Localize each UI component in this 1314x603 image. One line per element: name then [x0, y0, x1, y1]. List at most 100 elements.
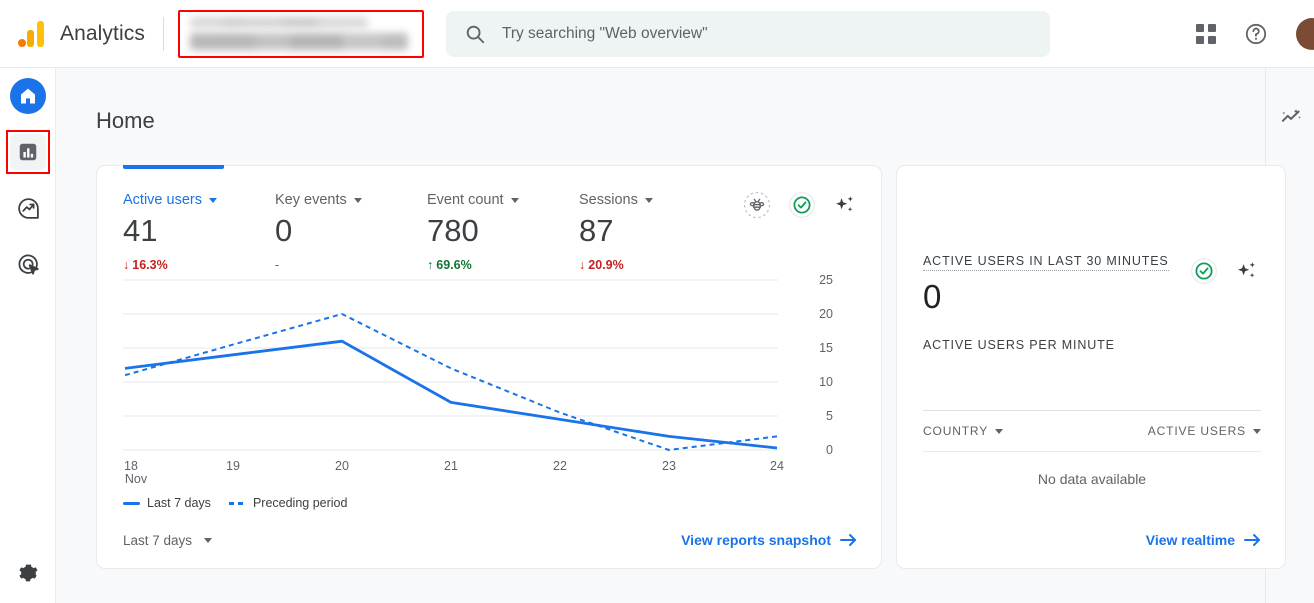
chevron-down-icon — [644, 197, 653, 203]
legend-label: Preceding period — [252, 496, 348, 510]
metric-key-events[interactable]: Key events 0 - — [275, 192, 427, 272]
svg-text:0: 0 — [826, 443, 833, 457]
svg-text:10: 10 — [819, 375, 833, 389]
date-range-selector[interactable]: Last 7 days — [123, 532, 213, 548]
avatar[interactable] — [1296, 17, 1314, 50]
column-label: ACTIVE USERS — [1147, 424, 1246, 438]
active-users-line-chart: 25 20 15 10 5 0 18 19 20 21 22 23 24 Nov — [123, 274, 857, 484]
advertising-target-icon — [16, 252, 41, 277]
realtime-card: ACTIVE USERS IN LAST 30 MINUTES 0 ACTIVE… — [896, 165, 1286, 569]
property-name-redacted — [189, 33, 408, 50]
metric-delta: ↓ 16.3% — [123, 258, 275, 272]
link-label: View realtime — [1145, 532, 1235, 548]
metric-label: Sessions — [579, 192, 638, 208]
realtime-table-empty-message: No data available — [1037, 471, 1147, 487]
metric-selector[interactable]: Key events — [275, 192, 427, 208]
svg-text:22: 22 — [553, 459, 567, 473]
view-reports-snapshot-link[interactable]: View reports snapshot — [681, 532, 857, 548]
sidebar-item-home[interactable] — [0, 68, 56, 124]
help-icon[interactable] — [1244, 22, 1268, 46]
series-last-7-days — [124, 339, 778, 450]
property-selector[interactable] — [177, 9, 424, 58]
svg-text:25: 25 — [819, 274, 833, 287]
sidebar-item-explore[interactable] — [0, 180, 56, 236]
svg-text:20: 20 — [335, 459, 349, 473]
search-icon — [464, 23, 486, 45]
realtime-divider — [923, 410, 1261, 411]
overview-card-icons — [743, 191, 857, 219]
svg-text:24: 24 — [770, 459, 784, 473]
svg-text:19: 19 — [226, 459, 240, 473]
chart-legend: Last 7 days Preceding period — [123, 496, 347, 510]
arrow-down-icon: ↓ — [579, 257, 586, 272]
realtime-table-header-rule — [923, 451, 1261, 452]
sparkle-icon[interactable] — [833, 193, 857, 217]
overview-card-footer: Last 7 days View reports snapshot — [123, 532, 857, 548]
brand-divider — [162, 16, 164, 51]
top-bar-actions — [1196, 17, 1314, 50]
svg-text:23: 23 — [662, 459, 676, 473]
metric-delta: ↓ 20.9% — [579, 258, 731, 272]
metric-label: Key events — [275, 192, 347, 208]
metric-selector[interactable]: Active users — [123, 192, 275, 208]
svg-text:18: 18 — [124, 459, 138, 473]
metric-delta-value: 16.3% — [132, 257, 168, 272]
realtime-headline: ACTIVE USERS IN LAST 30 MINUTES — [923, 254, 1169, 271]
chart-svg: 25 20 15 10 5 0 18 19 20 21 22 23 24 Nov — [123, 274, 833, 484]
realtime-table-header: COUNTRY ACTIVE USERS — [923, 424, 1261, 438]
date-range-label: Last 7 days — [123, 532, 193, 548]
legend-label: Last 7 days — [147, 496, 211, 510]
metric-value: 87 — [579, 213, 614, 248]
check-circle-icon[interactable] — [789, 192, 815, 218]
chart-y-axis-labels: 25 20 15 10 5 0 — [819, 274, 833, 457]
overview-card: Active users 41 ↓ 16.3% Key events 0 - E… — [96, 165, 882, 569]
search-input[interactable]: Try searching "Web overview" — [445, 10, 1050, 57]
realtime-card-icons — [1191, 258, 1259, 284]
column-header-country[interactable]: COUNTRY — [923, 424, 1004, 438]
metric-selector[interactable]: Sessions — [579, 192, 731, 208]
bee-icon[interactable] — [743, 191, 771, 219]
metric-label: Event count — [427, 192, 504, 208]
metric-value: 780 — [427, 213, 479, 248]
arrow-right-icon — [1244, 533, 1261, 547]
metric-value: 0 — [275, 213, 293, 248]
sidebar-item-reports[interactable] — [0, 124, 56, 180]
check-circle-icon[interactable] — [1191, 258, 1217, 284]
metric-sessions[interactable]: Sessions 87 ↓ 20.9% — [579, 192, 731, 272]
chevron-down-icon — [510, 197, 519, 203]
main-content: Home Active users 41 ↓ 16.3% Key events … — [56, 68, 1314, 603]
apps-grid-icon[interactable] — [1196, 23, 1216, 44]
view-realtime-link[interactable]: View realtime — [1146, 532, 1261, 548]
chevron-down-icon — [208, 197, 217, 203]
insights-sparkle-trend-icon[interactable] — [1278, 104, 1304, 130]
metric-delta-value: 20.9% — [588, 257, 624, 272]
metric-delta-value: 69.6% — [436, 257, 472, 272]
column-label: COUNTRY — [923, 424, 989, 438]
svg-text:21: 21 — [444, 459, 458, 473]
metric-delta: - — [275, 257, 280, 272]
gear-icon — [17, 562, 39, 584]
chevron-down-icon — [353, 197, 362, 203]
reports-highlight-box — [6, 130, 50, 174]
column-header-active-users[interactable]: ACTIVE USERS — [1148, 424, 1261, 438]
sparkle-icon[interactable] — [1235, 259, 1259, 283]
metric-active-users[interactable]: Active users 41 ↓ 16.3% — [123, 192, 275, 272]
metric-value: 41 — [123, 213, 158, 248]
chevron-down-icon — [995, 428, 1004, 434]
svg-text:15: 15 — [819, 341, 833, 355]
metric-delta: ↑ 69.6% — [427, 258, 579, 272]
explore-icon — [16, 196, 41, 221]
sidebar-item-admin[interactable] — [0, 553, 56, 593]
sidebar-item-advertising[interactable] — [0, 236, 56, 292]
page-title: Home — [96, 108, 155, 133]
realtime-card-footer: View realtime — [923, 532, 1261, 548]
metric-selector[interactable]: Event count — [427, 192, 579, 208]
chart-x-axis-labels: 18 19 20 21 22 23 24 Nov — [124, 459, 784, 484]
metric-tabs: Active users 41 ↓ 16.3% Key events 0 - E… — [123, 192, 731, 272]
arrow-right-icon — [840, 533, 857, 547]
metric-event-count[interactable]: Event count 780 ↑ 69.6% — [427, 192, 579, 272]
sidebar — [0, 68, 56, 603]
chevron-down-icon — [204, 537, 213, 543]
realtime-active-users-value: 0 — [923, 278, 942, 315]
top-bar: Analytics Try searching "Web overview" — [0, 0, 1314, 68]
